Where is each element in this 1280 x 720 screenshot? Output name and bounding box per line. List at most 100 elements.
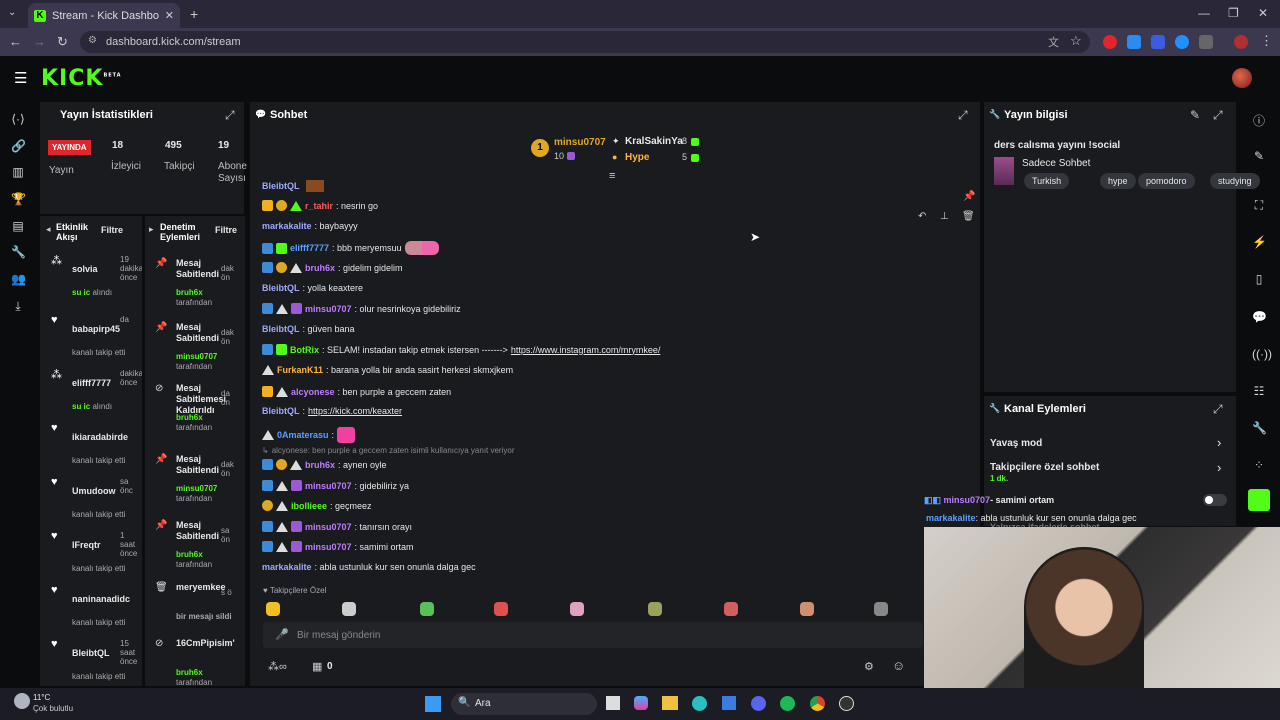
mod-by-user[interactable]: bruh6x [176, 413, 203, 422]
chrome-icon[interactable] [810, 696, 825, 711]
emote-button[interactable] [266, 602, 280, 616]
extension-audio-icon[interactable] [1151, 35, 1165, 49]
tools-icon[interactable]: 🔧 [11, 245, 26, 259]
chat-username[interactable]: minsu0707 [305, 304, 352, 314]
links-icon[interactable]: 🔗 [11, 139, 26, 153]
collapse-icon[interactable]: ◂ [46, 224, 51, 235]
chat-username[interactable]: BleibtQL [262, 406, 300, 416]
close-window-icon[interactable]: ✕ [1258, 6, 1268, 20]
slow-mode-label[interactable]: Yavaş mod [990, 438, 1042, 449]
chat-message[interactable]: ibollieee: geçmeez [262, 500, 372, 511]
upload-icon[interactable]: ⤓ [11, 299, 25, 314]
chevron-right-icon[interactable]: › [1217, 435, 1221, 450]
extensions-puzzle-icon[interactable] [1199, 35, 1213, 49]
broadcast-icon[interactable]: ((·)) [1252, 347, 1272, 361]
mod-by-user[interactable]: bruh6x [176, 550, 203, 559]
chat-username[interactable]: elifff7777 [290, 243, 329, 253]
chat-username[interactable]: minsu0707 [305, 542, 352, 552]
chat-username[interactable]: markakalite [262, 221, 312, 231]
chat-message[interactable]: bruh6x: gidelim gidelim [262, 262, 403, 273]
emote-button[interactable] [800, 602, 814, 616]
kick-logo[interactable]: KICKBETA [41, 66, 122, 91]
chat-link[interactable]: https://www.instagram.com/mrymkee/ [511, 345, 661, 355]
chat-message[interactable]: r_tahir: nesrin go [262, 200, 378, 211]
chat-username[interactable]: BleibtQL [262, 181, 300, 191]
copilot-icon[interactable] [634, 696, 648, 710]
activity-user[interactable]: naninanadidc [72, 594, 130, 604]
mod-by-user[interactable]: bruh6x [176, 288, 203, 297]
screen-icon[interactable]: ⛶ [1252, 198, 1266, 213]
chat-message[interactable]: elifff7777: bbb meryemsuu [262, 241, 439, 255]
edit-icon[interactable]: ✎ [1190, 108, 1200, 122]
chat-message[interactable]: minsu0707: gidebiliriz ya [262, 480, 409, 491]
edge-icon[interactable] [692, 696, 707, 711]
library-icon[interactable]: ▤ [11, 219, 25, 233]
mod-by-user[interactable]: bruh6x [176, 668, 203, 677]
wrench-icon[interactable]: 🔧 [1252, 421, 1267, 435]
document-icon[interactable]: ▯ [1252, 272, 1266, 286]
chevron-right-icon[interactable]: › [1217, 460, 1221, 475]
chat-message[interactable]: BleibtQL: güven bana [262, 324, 355, 334]
discord-icon[interactable] [751, 696, 766, 711]
activity-user[interactable]: solvia [72, 264, 98, 274]
emote-button[interactable] [874, 602, 888, 616]
weather-icon[interactable] [14, 693, 30, 709]
followers-chat-label[interactable]: Takipçilere özel sohbet [990, 462, 1099, 473]
mod-by-user[interactable]: minsu0707 [176, 484, 217, 493]
emote-picker-icon[interactable]: ☺ [892, 658, 905, 673]
pin-icon[interactable]: 📌 [963, 191, 975, 202]
popout-icon[interactable]: ⤢ [1213, 402, 1223, 417]
chat-message[interactable]: FurkanK11: barana yolla bir anda sasirt … [262, 365, 513, 375]
list-icon[interactable]: ☷ [1252, 384, 1266, 398]
forward-icon[interactable]: → [33, 34, 46, 49]
chat-settings-icon[interactable]: ⚙ [864, 660, 874, 673]
obs-icon[interactable] [839, 696, 854, 711]
new-tab-icon[interactable]: + [190, 6, 198, 22]
community-icon[interactable]: 👥 [11, 272, 26, 286]
collapse-icon[interactable]: ▸ [149, 224, 154, 235]
trophy-icon[interactable]: 🏆 [11, 192, 26, 206]
leader1-name[interactable]: minsu0707 [554, 137, 606, 148]
popout-icon[interactable]: ⤢ [958, 108, 968, 123]
bookmark-star-icon[interactable]: ☆ [1070, 33, 1082, 49]
expand-icon[interactable]: ⤢ [225, 108, 235, 123]
file-explorer-icon[interactable] [662, 696, 678, 710]
leader3-name[interactable]: Hype [625, 152, 649, 163]
expand-leaderboard-icon[interactable]: ≡ [609, 170, 615, 182]
translate-icon[interactable]: 文 [1048, 34, 1059, 50]
activity-user[interactable]: ikiaradabirde [72, 432, 128, 442]
activity-user[interactable]: Umudoow [72, 486, 116, 496]
analytics-icon[interactable]: ▥ [11, 165, 25, 179]
user-avatar[interactable] [1232, 68, 1252, 88]
stream-tag[interactable]: pomodoro [1138, 173, 1195, 189]
store-app-icon[interactable] [722, 696, 736, 710]
dots-icon[interactable]: ⁘ [1252, 458, 1266, 472]
extension-shield-icon[interactable] [1175, 35, 1189, 49]
category-name[interactable]: Sadece Sohbet [1022, 158, 1090, 169]
back-icon[interactable]: ← [9, 34, 22, 49]
chat-username[interactable]: minsu0707 [305, 522, 352, 532]
chat-message[interactable]: alcyonese: ben purple a geccem zaten [262, 386, 451, 397]
chat-message[interactable]: minsu0707: samimi ortam [262, 541, 414, 552]
tab-list-icon[interactable]: ⌄ [8, 7, 16, 18]
maximize-icon[interactable]: ❐ [1228, 6, 1239, 20]
chat-input[interactable]: 🎤 Bir mesaj gönderin [263, 622, 923, 648]
emote-button[interactable] [724, 602, 738, 616]
reply-icon[interactable]: ↶ [918, 211, 926, 222]
chat-bubble-icon[interactable]: 💬 [1252, 310, 1267, 324]
chat-message[interactable]: bruh6x: aynen oyle [262, 459, 387, 470]
chat-message[interactable]: BotRix: SELAM! instadan takip etmek iste… [262, 344, 660, 355]
activity-filter-button[interactable]: Filtre [101, 225, 123, 235]
chat-username[interactable]: bruh6x [305, 263, 335, 273]
stream-icon[interactable]: ⟨·⟩ [11, 112, 25, 126]
windows-start-icon[interactable] [425, 696, 441, 712]
moderation-filter-button[interactable]: Filtre [215, 225, 237, 235]
activity-user[interactable]: elifff7777 [72, 378, 111, 388]
extension-blue-icon[interactable] [1127, 35, 1141, 49]
info-icon[interactable]: ⓘ [1252, 112, 1266, 129]
edit-icon[interactable]: ✎ [1252, 149, 1266, 163]
emote-button[interactable] [494, 602, 508, 616]
profile-icon[interactable] [1234, 35, 1248, 49]
emote-button[interactable] [420, 602, 434, 616]
pin-message-icon[interactable]: ⊥ [940, 211, 949, 222]
